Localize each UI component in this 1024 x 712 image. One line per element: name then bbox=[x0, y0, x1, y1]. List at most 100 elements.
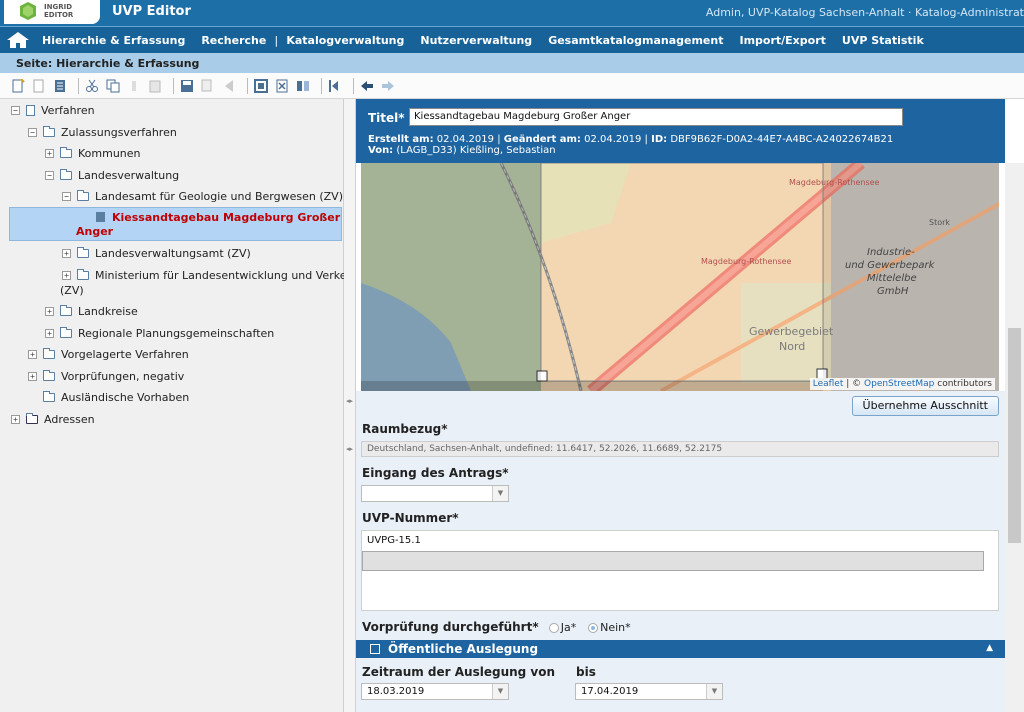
radio-nein[interactable] bbox=[588, 622, 599, 633]
eingang-date-field[interactable]: ▼ bbox=[361, 485, 509, 502]
expand-icon[interactable]: + bbox=[11, 414, 20, 424]
tree-node-landesamt[interactable]: − Landesamt für Geologie und Bergwesen (… bbox=[62, 186, 343, 206]
collapse-icon[interactable]: − bbox=[28, 127, 37, 137]
map-label: Stork bbox=[929, 218, 951, 227]
expand-icon[interactable]: + bbox=[45, 306, 54, 316]
chevron-down-icon[interactable]: ▼ bbox=[492, 486, 508, 501]
selected-record-label-cont[interactable]: Anger bbox=[76, 225, 113, 238]
home-icon[interactable] bbox=[6, 31, 30, 49]
panel-splitter[interactable]: ◂▸ ◂▸ bbox=[344, 99, 356, 712]
tree-node-ministerium[interactable]: + Ministerium für Landesentwicklung und … bbox=[62, 265, 358, 285]
collapse-icon[interactable]: − bbox=[62, 191, 71, 201]
copy-icon[interactable] bbox=[105, 78, 121, 94]
list-icon[interactable] bbox=[52, 78, 68, 94]
record-header: Titel* Kiessandtagebau Magdeburg Großer … bbox=[356, 99, 1005, 163]
tree-node-vorpruefungen[interactable]: + Vorprüfungen, negativ bbox=[28, 366, 184, 386]
map-label: GmbH bbox=[877, 286, 909, 297]
tree-panel: − Verfahren − Zulassungsverfahren + Komm… bbox=[0, 99, 358, 712]
tree-label[interactable]: Ministerium für Landesentwicklung und Ve… bbox=[95, 269, 358, 282]
uvp-number-value[interactable]: UVPG-15.1 bbox=[367, 535, 421, 546]
expand-icon[interactable]: + bbox=[28, 371, 37, 381]
title-input[interactable]: Kiessandtagebau Magdeburg Großer Anger bbox=[409, 108, 903, 126]
expand-icon[interactable]: + bbox=[28, 349, 37, 359]
osm-link[interactable]: OpenStreetMap bbox=[864, 379, 934, 389]
apply-extent-button[interactable]: Übernehme Ausschnitt bbox=[851, 396, 999, 416]
map-attribution: Leaflet | © OpenStreetMap contributors bbox=[809, 378, 995, 390]
delete-icon[interactable] bbox=[274, 78, 290, 94]
splitter-handle-icon[interactable]: ◂▸ bbox=[346, 445, 353, 453]
tree-node-regionale[interactable]: + Regionale Planungsgemeinschaften bbox=[45, 323, 274, 343]
tree-label[interactable]: Ausländische Vorhaben bbox=[61, 391, 189, 404]
first-page-icon[interactable] bbox=[327, 78, 343, 94]
tree-node-landesverwaltungsamt[interactable]: + Landesverwaltungsamt (ZV) bbox=[62, 243, 251, 263]
leaflet-link[interactable]: Leaflet bbox=[813, 379, 844, 389]
uvp-number-grid[interactable]: UVPG-15.1 bbox=[361, 530, 999, 611]
expand-icon[interactable]: + bbox=[45, 328, 54, 338]
record-author: Von: (LAGB_D33) Kießling, Sebastian bbox=[368, 145, 556, 156]
tree-label[interactable]: Zulassungsverfahren bbox=[61, 126, 177, 139]
map-view[interactable]: Magdeburg-Rothensee Magdeburg-Rothensee … bbox=[361, 163, 999, 391]
tree-label[interactable]: Landesamt für Geologie und Bergwesen (ZV… bbox=[95, 190, 343, 203]
radio-nein-label[interactable]: Nein* bbox=[600, 621, 631, 634]
copy-disabled-icon bbox=[126, 78, 142, 94]
nav-hierarchie[interactable]: Hierarchie & Erfassung bbox=[34, 34, 193, 47]
tree-node-landesverwaltung[interactable]: − Landesverwaltung bbox=[45, 165, 179, 185]
toolbar-separator bbox=[353, 77, 354, 94]
nav-katalogverwaltung[interactable]: Katalogverwaltung bbox=[278, 34, 412, 47]
tree-label[interactable]: Kommunen bbox=[78, 147, 141, 160]
bis-date-field[interactable]: 17.04.2019 ▼ bbox=[575, 683, 723, 700]
compare-icon[interactable] bbox=[295, 78, 311, 94]
tree-node-zulassungsverfahren[interactable]: − Zulassungsverfahren bbox=[28, 122, 177, 142]
save-icon[interactable] bbox=[179, 78, 195, 94]
tree-label[interactable]: Vorprüfungen, negativ bbox=[61, 370, 184, 383]
expand-icon[interactable]: + bbox=[45, 148, 54, 158]
nav-import-export[interactable]: Import/Export bbox=[731, 34, 833, 47]
tree-node-vorgelagerte[interactable]: + Vorgelagerte Verfahren bbox=[28, 344, 189, 364]
tree-label[interactable]: Vorgelagerte Verfahren bbox=[61, 348, 189, 361]
collapse-icon[interactable]: − bbox=[11, 105, 20, 115]
cut-icon[interactable] bbox=[84, 78, 100, 94]
chevron-down-icon[interactable]: ▼ bbox=[706, 684, 722, 699]
tree-label[interactable]: Verfahren bbox=[41, 104, 95, 117]
radio-ja[interactable] bbox=[548, 622, 559, 633]
expand-icon[interactable]: + bbox=[62, 270, 71, 280]
tree-label[interactable]: Adressen bbox=[44, 413, 95, 426]
radio-ja-label[interactable]: Ja* bbox=[561, 621, 577, 634]
tree-label[interactable]: Landesverwaltung bbox=[78, 169, 179, 182]
preview-icon[interactable] bbox=[253, 78, 269, 94]
tree-node-adressen[interactable]: + Adressen bbox=[11, 409, 95, 429]
uvp-number-empty-row[interactable] bbox=[362, 551, 984, 571]
tree-node-auslaendische[interactable]: Ausländische Vorhaben bbox=[43, 387, 189, 407]
selected-record-label[interactable]: Kiessandtagebau Magdeburg Großer bbox=[112, 211, 340, 225]
nav-recherche[interactable]: Recherche bbox=[193, 34, 274, 47]
arrow-right-icon[interactable] bbox=[380, 78, 396, 94]
section-auslegung[interactable]: Öffentliche Auslegung ▲ bbox=[356, 640, 1005, 658]
folder-icon bbox=[60, 168, 72, 180]
tree-label[interactable]: (ZV) bbox=[60, 284, 84, 297]
tree-label[interactable]: Regionale Planungsgemeinschaften bbox=[78, 327, 274, 340]
new-folder-icon[interactable] bbox=[31, 78, 47, 94]
tree-label[interactable]: Landesverwaltungsamt (ZV) bbox=[95, 247, 251, 260]
expand-icon[interactable]: + bbox=[62, 248, 71, 258]
arrow-left-icon[interactable] bbox=[359, 78, 375, 94]
scrollbar-thumb[interactable] bbox=[1008, 328, 1021, 543]
user-info[interactable]: Admin, UVP-Katalog Sachsen-Anhalt · Kata… bbox=[706, 6, 1024, 19]
content-scrollbar[interactable] bbox=[1005, 163, 1024, 712]
map-label: Magdeburg-Rothensee bbox=[789, 178, 880, 187]
tree-node-landkreise[interactable]: + Landkreise bbox=[45, 301, 138, 321]
tree-node-kommunen[interactable]: + Kommunen bbox=[45, 143, 141, 163]
tree-node-ministerium-cont[interactable]: (ZV) bbox=[60, 280, 84, 300]
splitter-handle-icon[interactable]: ◂▸ bbox=[346, 397, 353, 405]
tree-label[interactable]: Landkreise bbox=[78, 305, 138, 318]
collapse-caret-icon[interactable]: ▲ bbox=[986, 643, 993, 653]
tree-node-verfahren[interactable]: − Verfahren bbox=[11, 100, 95, 120]
von-date-field[interactable]: 18.03.2019 ▼ bbox=[361, 683, 509, 700]
new-document-icon[interactable] bbox=[10, 78, 26, 94]
app-header: INGRID EDITOR UVP Editor Admin, UVP-Kata… bbox=[0, 0, 1024, 26]
folder-icon bbox=[60, 146, 72, 158]
nav-gesamtkatalog[interactable]: Gesamtkatalogmanagement bbox=[540, 34, 731, 47]
collapse-icon[interactable]: − bbox=[45, 170, 54, 180]
chevron-down-icon[interactable]: ▼ bbox=[492, 684, 508, 699]
nav-nutzerverwaltung[interactable]: Nutzerverwaltung bbox=[412, 34, 540, 47]
nav-uvp-statistik[interactable]: UVP Statistik bbox=[834, 34, 932, 47]
